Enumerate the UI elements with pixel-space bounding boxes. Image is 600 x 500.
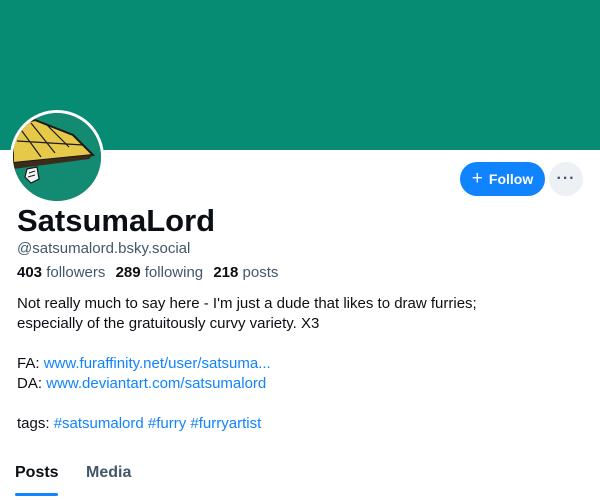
bio-line: especially of the gratuitously curvy var… bbox=[17, 315, 320, 332]
fa-label: FA: bbox=[17, 355, 44, 372]
posts-label: posts bbox=[242, 264, 279, 281]
profile-tabs: Posts Media bbox=[0, 462, 600, 500]
following-count: 289 bbox=[115, 264, 141, 281]
profile-bio: Not really much to say here - I'm just a… bbox=[17, 294, 577, 434]
handle: @satsumalord.bsky.social bbox=[17, 240, 191, 257]
avatar-image bbox=[13, 113, 101, 201]
profile-stats: 403 followers 289 following 218 posts bbox=[17, 264, 284, 281]
followers-label: followers bbox=[46, 264, 106, 281]
posts-stat: 218 posts bbox=[213, 264, 278, 281]
tag-link[interactable]: #furryartist bbox=[190, 415, 261, 432]
ellipsis-icon: ··· bbox=[556, 170, 576, 187]
tab-media[interactable]: Media bbox=[86, 464, 131, 482]
more-options-button[interactable]: ··· bbox=[549, 162, 583, 196]
display-name: SatsumaLord bbox=[17, 203, 216, 238]
follow-button[interactable]: + Follow bbox=[460, 162, 545, 196]
tag-link[interactable]: #satsumalord bbox=[54, 415, 144, 432]
tag-link[interactable]: #furry bbox=[148, 415, 186, 432]
bio-line: Not really much to say here - I'm just a… bbox=[17, 295, 477, 312]
plus-icon: + bbox=[471, 167, 483, 189]
posts-count: 218 bbox=[213, 264, 239, 281]
deviantart-link[interactable]: www.deviantart.com/satsumalord bbox=[46, 375, 266, 392]
active-tab-indicator bbox=[15, 493, 58, 496]
tab-posts[interactable]: Posts bbox=[15, 464, 59, 482]
following-stat[interactable]: 289 following bbox=[116, 264, 204, 281]
furaffinity-link[interactable]: www.furaffinity.net/user/satsuma... bbox=[44, 355, 271, 372]
avatar[interactable] bbox=[10, 110, 104, 204]
followers-count: 403 bbox=[17, 264, 43, 281]
followers-stat[interactable]: 403 followers bbox=[17, 264, 105, 281]
follow-label: Follow bbox=[488, 171, 534, 187]
da-label: DA: bbox=[17, 375, 47, 392]
following-label: following bbox=[144, 264, 204, 281]
tags-label: tags: bbox=[17, 415, 54, 432]
